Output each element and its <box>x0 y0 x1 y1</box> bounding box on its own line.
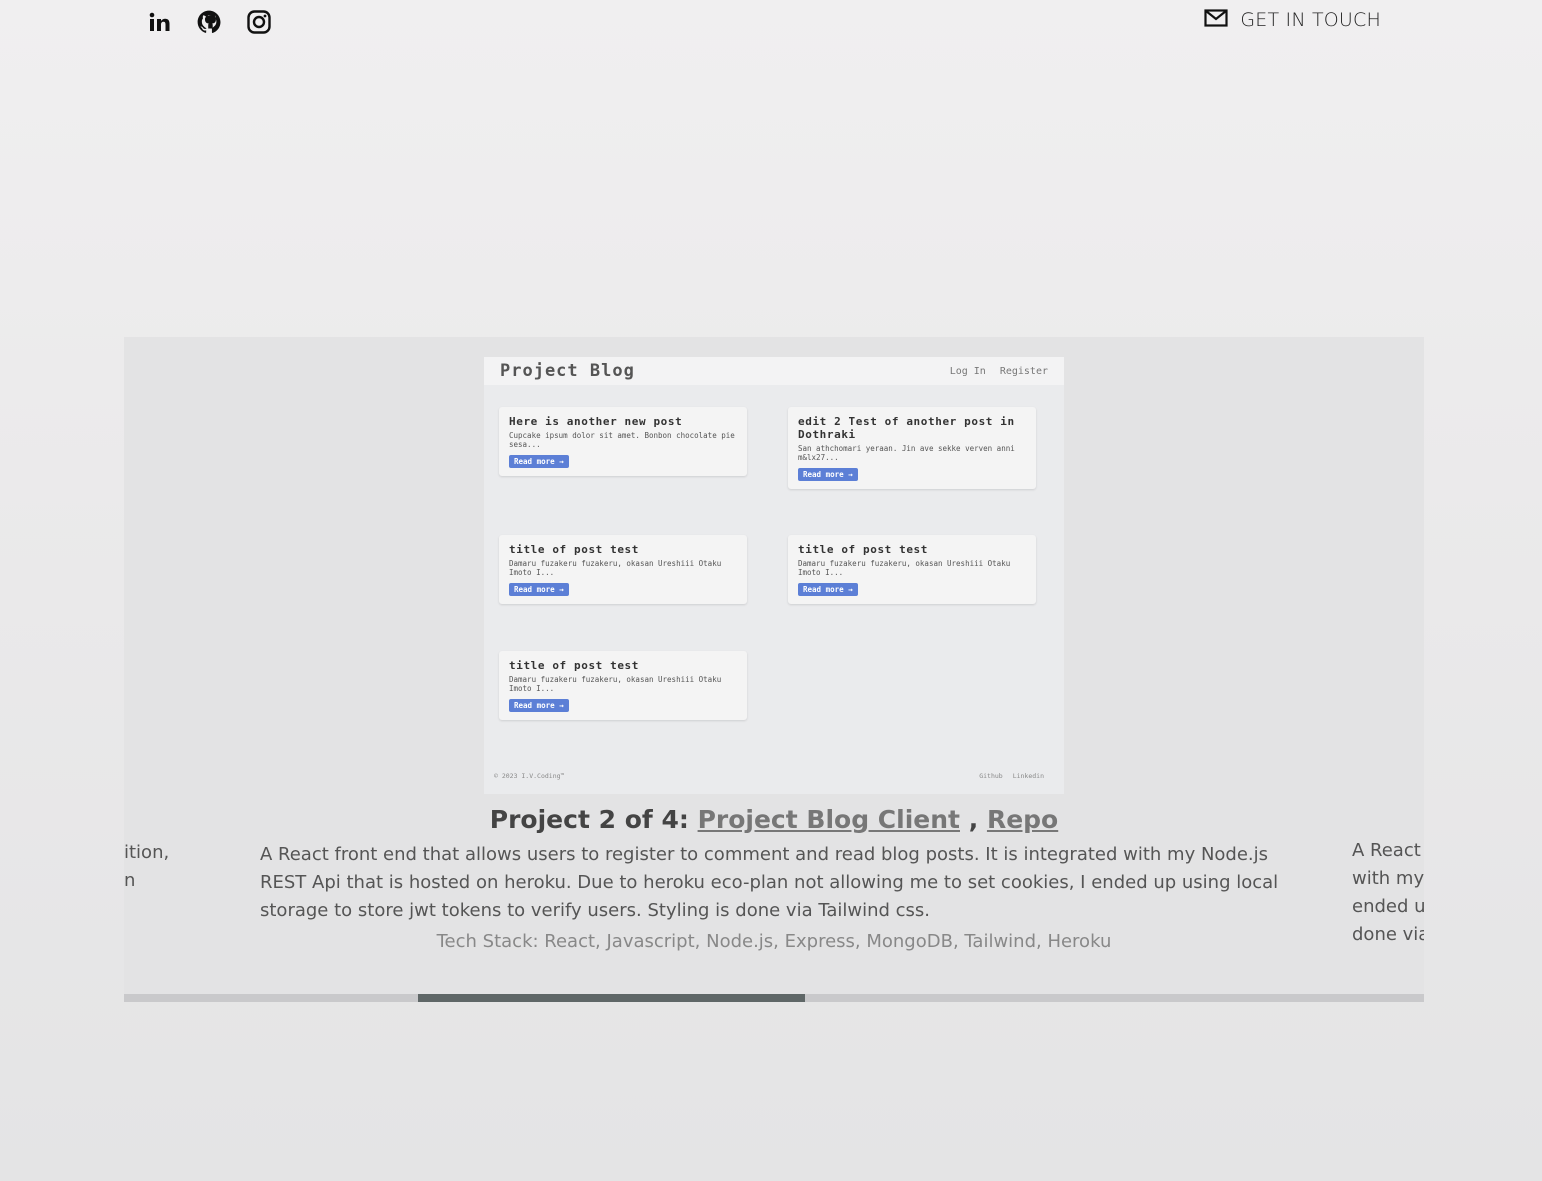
screenshot-post-card: Here is another new post Cupcake ipsum d… <box>499 407 747 476</box>
caption-prefix: Project 2 of 4: <box>489 805 689 834</box>
post-title: title of post test <box>509 659 640 672</box>
social-links <box>146 8 272 36</box>
prev-peek-line: n <box>124 870 136 891</box>
project-caption: Project 2 of 4: Project Blog Client , Re… <box>124 805 1424 834</box>
post-excerpt: San athchomari yeraan. Jin ave sekke ver… <box>798 444 1015 462</box>
screenshot-linkedin-link: Linkedin <box>1012 772 1044 780</box>
next-peek-line: with my <box>1352 868 1424 889</box>
next-peek-line: done via <box>1352 924 1424 945</box>
top-bar: GET IN TOUCH <box>0 0 1542 46</box>
project-description: A React front end that allows users to r… <box>260 844 1279 921</box>
project-live-link[interactable]: Project Blog Client <box>698 805 960 834</box>
post-title: title of post test <box>798 543 929 556</box>
screenshot-footer: © 2023 I.V.Coding™ Github Linkedin <box>494 772 1044 780</box>
previous-slide-peek[interactable]: ition, n <box>124 839 184 895</box>
screenshot-brand: Project Blog <box>500 361 635 381</box>
post-excerpt: Damaru fuzakeru fuzakeru, okasan Ureshii… <box>798 559 1011 577</box>
screenshot-post-card: title of post test Damaru fuzakeru fuzak… <box>499 535 747 604</box>
read-more-button: Read more → <box>509 455 569 468</box>
screenshot-post-card: title of post test Damaru fuzakeru fuzak… <box>788 535 1036 604</box>
next-slide-peek[interactable]: A React with my ended u done via <box>1352 837 1424 949</box>
post-title: edit 2 Test of another post in Dothraki <box>798 415 1015 441</box>
screenshot-login-link: Log In <box>949 365 986 377</box>
read-more-button: Read more → <box>798 468 858 481</box>
screenshot-post-card: title of post test Damaru fuzakeru fuzak… <box>499 651 747 720</box>
next-peek-line: ended u <box>1352 896 1424 917</box>
instagram-icon[interactable] <box>246 8 272 36</box>
screenshot-navbar: Project Blog Log In Register <box>484 357 1064 385</box>
screenshot-github-link: Github <box>979 772 1003 780</box>
prev-peek-line: ition, <box>124 842 170 863</box>
carousel-scrollbar-thumb[interactable] <box>418 994 805 1002</box>
mail-icon <box>1204 9 1228 31</box>
project-carousel[interactable]: ition, n Project Blog Log In Register He… <box>124 337 1424 1002</box>
project-repo-link[interactable]: Repo <box>987 805 1058 834</box>
screenshot-register-link: Register <box>999 365 1048 377</box>
post-title: title of post test <box>509 543 640 556</box>
caption-separator: , <box>968 805 979 834</box>
post-title: Here is another new post <box>509 415 683 428</box>
linkedin-icon[interactable] <box>146 8 172 36</box>
screenshot-post-card: edit 2 Test of another post in Dothraki … <box>788 407 1036 489</box>
read-more-button: Read more → <box>798 583 858 596</box>
read-more-button: Read more → <box>509 699 569 712</box>
read-more-button: Read more → <box>509 583 569 596</box>
github-icon[interactable] <box>196 8 222 36</box>
screenshot-copyright: © 2023 I.V.Coding™ <box>494 772 565 780</box>
project-screenshot: Project Blog Log In Register Here is ano… <box>484 357 1064 794</box>
get-in-touch-button[interactable]: GET IN TOUCH <box>1204 9 1381 31</box>
post-excerpt: Damaru fuzakeru fuzakeru, okasan Ureshii… <box>509 675 722 693</box>
post-excerpt: Damaru fuzakeru fuzakeru, okasan Ureshii… <box>509 559 722 577</box>
next-peek-line: A React <box>1352 840 1421 861</box>
get-in-touch-label: GET IN TOUCH <box>1240 9 1381 31</box>
post-excerpt: Cupcake ipsum dolor sit amet. Bonbon cho… <box>509 431 735 449</box>
tech-stack: Tech Stack: React, Javascript, Node.js, … <box>436 931 1112 952</box>
